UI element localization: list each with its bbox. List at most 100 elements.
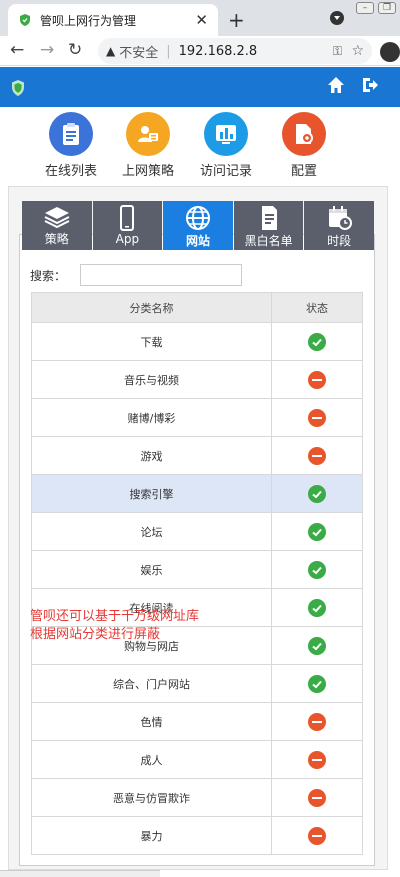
check-status-icon[interactable] — [308, 484, 326, 503]
new-tab-button[interactable]: + — [228, 8, 245, 32]
check-status-icon[interactable] — [308, 674, 326, 693]
category-name: 恶意与仿冒欺诈 — [31, 778, 272, 817]
category-name: 下载 — [31, 322, 272, 361]
category-name: 综合、门户网站 — [31, 664, 272, 703]
url-text[interactable]: 192.168.2.8 — [179, 44, 258, 59]
category-status — [271, 664, 363, 703]
warning-triangle-icon[interactable]: ▲ — [106, 44, 115, 58]
phone-icon — [120, 205, 135, 231]
address-bar[interactable]: ▲ 不安全 | 192.168.2.8 ⚿ ☆ — [98, 38, 372, 64]
reload-icon[interactable]: ↻ — [68, 40, 82, 60]
browser-tab-title: 管呗上网行为管理 — [40, 13, 137, 28]
category-name: 音乐与视频 — [31, 360, 272, 399]
tab-blackwhite-list-label: 黑白名单 — [244, 234, 293, 248]
config-gear-icon — [282, 112, 326, 156]
extension-icon[interactable] — [330, 11, 344, 25]
bar-chart-icon — [204, 112, 248, 156]
check-status-icon[interactable] — [308, 636, 326, 655]
tab-time-slot-label: 时段 — [327, 234, 352, 248]
insecure-label: 不安全 — [119, 45, 159, 61]
search-row: 搜索： — [30, 264, 242, 286]
tab-time-slot[interactable]: 时段 — [304, 201, 374, 250]
category-name: 搜索引擎 — [31, 474, 272, 513]
close-tab-icon[interactable]: ✕ — [195, 11, 208, 29]
browser-status-bar — [0, 870, 160, 877]
check-status-icon[interactable] — [308, 598, 326, 617]
table-row[interactable]: 恶意与仿冒欺诈 — [31, 778, 363, 817]
nav-access-log[interactable]: 访问记录 — [186, 112, 266, 179]
home-icon[interactable] — [326, 75, 346, 95]
policy-tabs: 策略 App 网站 黑白名单 时段 — [22, 201, 374, 250]
back-arrow-icon[interactable]: ← — [10, 40, 24, 60]
minimize-window-button[interactable]: – — [356, 2, 374, 14]
main-nav: 在线列表 上网策略 访问记录 配置 — [0, 112, 400, 179]
table-row[interactable]: 游戏 — [31, 436, 363, 475]
nav-internet-policy-label: 上网策略 — [121, 164, 174, 179]
table-row[interactable]: 色情 — [31, 702, 363, 741]
block-status-icon[interactable] — [308, 408, 326, 427]
table-header-row: 分类名称 状态 — [31, 292, 363, 323]
block-status-icon[interactable] — [308, 712, 326, 731]
category-name: 色情 — [31, 702, 272, 741]
category-status — [271, 436, 363, 475]
user-policy-icon — [126, 112, 170, 156]
search-input[interactable] — [80, 264, 242, 286]
column-header-status: 状态 — [271, 292, 363, 323]
category-status — [271, 550, 363, 589]
table-row[interactable]: 搜索引擎 — [31, 474, 363, 513]
category-status — [271, 322, 363, 361]
shield-logo-icon — [12, 80, 24, 96]
tab-policy[interactable]: 策略 — [22, 201, 92, 250]
app-header — [0, 67, 400, 107]
tab-app[interactable]: App — [92, 201, 163, 250]
category-status — [271, 626, 363, 665]
check-status-icon[interactable] — [308, 522, 326, 541]
browser-tab[interactable]: 管呗上网行为管理 ✕ — [8, 4, 218, 36]
tab-website[interactable]: 网站 — [163, 201, 233, 250]
key-icon[interactable]: ⚿ — [333, 44, 342, 59]
restore-window-button[interactable]: ❐ — [378, 2, 396, 14]
category-status — [271, 778, 363, 817]
nav-online-list[interactable]: 在线列表 — [31, 112, 111, 179]
nav-internet-policy[interactable]: 上网策略 — [108, 112, 188, 179]
category-name: 论坛 — [31, 512, 272, 551]
logout-icon[interactable] — [360, 75, 380, 95]
block-status-icon[interactable] — [308, 788, 326, 807]
layers-icon — [44, 207, 70, 229]
category-name: 成人 — [31, 740, 272, 779]
category-name: 暴力 — [31, 816, 272, 855]
tab-blackwhite-list[interactable]: 黑白名单 — [233, 201, 304, 250]
omnibox-separator: | — [166, 43, 171, 59]
table-row[interactable]: 娱乐 — [31, 550, 363, 589]
check-status-icon[interactable] — [308, 560, 326, 579]
category-table: 分类名称 状态 下载 音乐与视频 赌博/博彩 游戏 搜索引擎 论坛 娱乐 在线阅读 购物与网店综… — [31, 292, 363, 855]
table-row[interactable]: 下载 — [31, 322, 363, 361]
check-status-icon[interactable] — [308, 332, 326, 351]
document-icon — [261, 206, 277, 230]
category-status — [271, 740, 363, 779]
category-status — [271, 398, 363, 437]
table-row[interactable]: 音乐与视频 — [31, 360, 363, 399]
block-status-icon[interactable] — [308, 446, 326, 465]
calendar-clock-icon — [329, 206, 353, 230]
annotation-line-2: 根据网站分类进行屏蔽 — [30, 627, 161, 642]
table-row[interactable]: 赌博/博彩 — [31, 398, 363, 437]
table-row[interactable]: 论坛 — [31, 512, 363, 551]
nav-config[interactable]: 配置 — [264, 112, 344, 179]
category-status — [271, 702, 363, 741]
table-row[interactable]: 综合、门户网站 — [31, 664, 363, 703]
table-row[interactable]: 暴力 — [31, 816, 363, 855]
block-status-icon[interactable] — [308, 370, 326, 389]
column-header-category: 分类名称 — [31, 292, 272, 323]
category-name: 游戏 — [31, 436, 272, 475]
category-status — [271, 588, 363, 627]
search-label: 搜索： — [30, 268, 67, 283]
bookmark-star-icon[interactable]: ☆ — [351, 43, 364, 59]
profile-avatar-icon[interactable] — [380, 42, 400, 62]
block-status-icon[interactable] — [308, 826, 326, 845]
category-status — [271, 360, 363, 399]
nav-online-list-label: 在线列表 — [44, 164, 97, 179]
table-row[interactable]: 成人 — [31, 740, 363, 779]
forward-arrow-icon[interactable]: → — [40, 40, 54, 60]
block-status-icon[interactable] — [308, 750, 326, 769]
